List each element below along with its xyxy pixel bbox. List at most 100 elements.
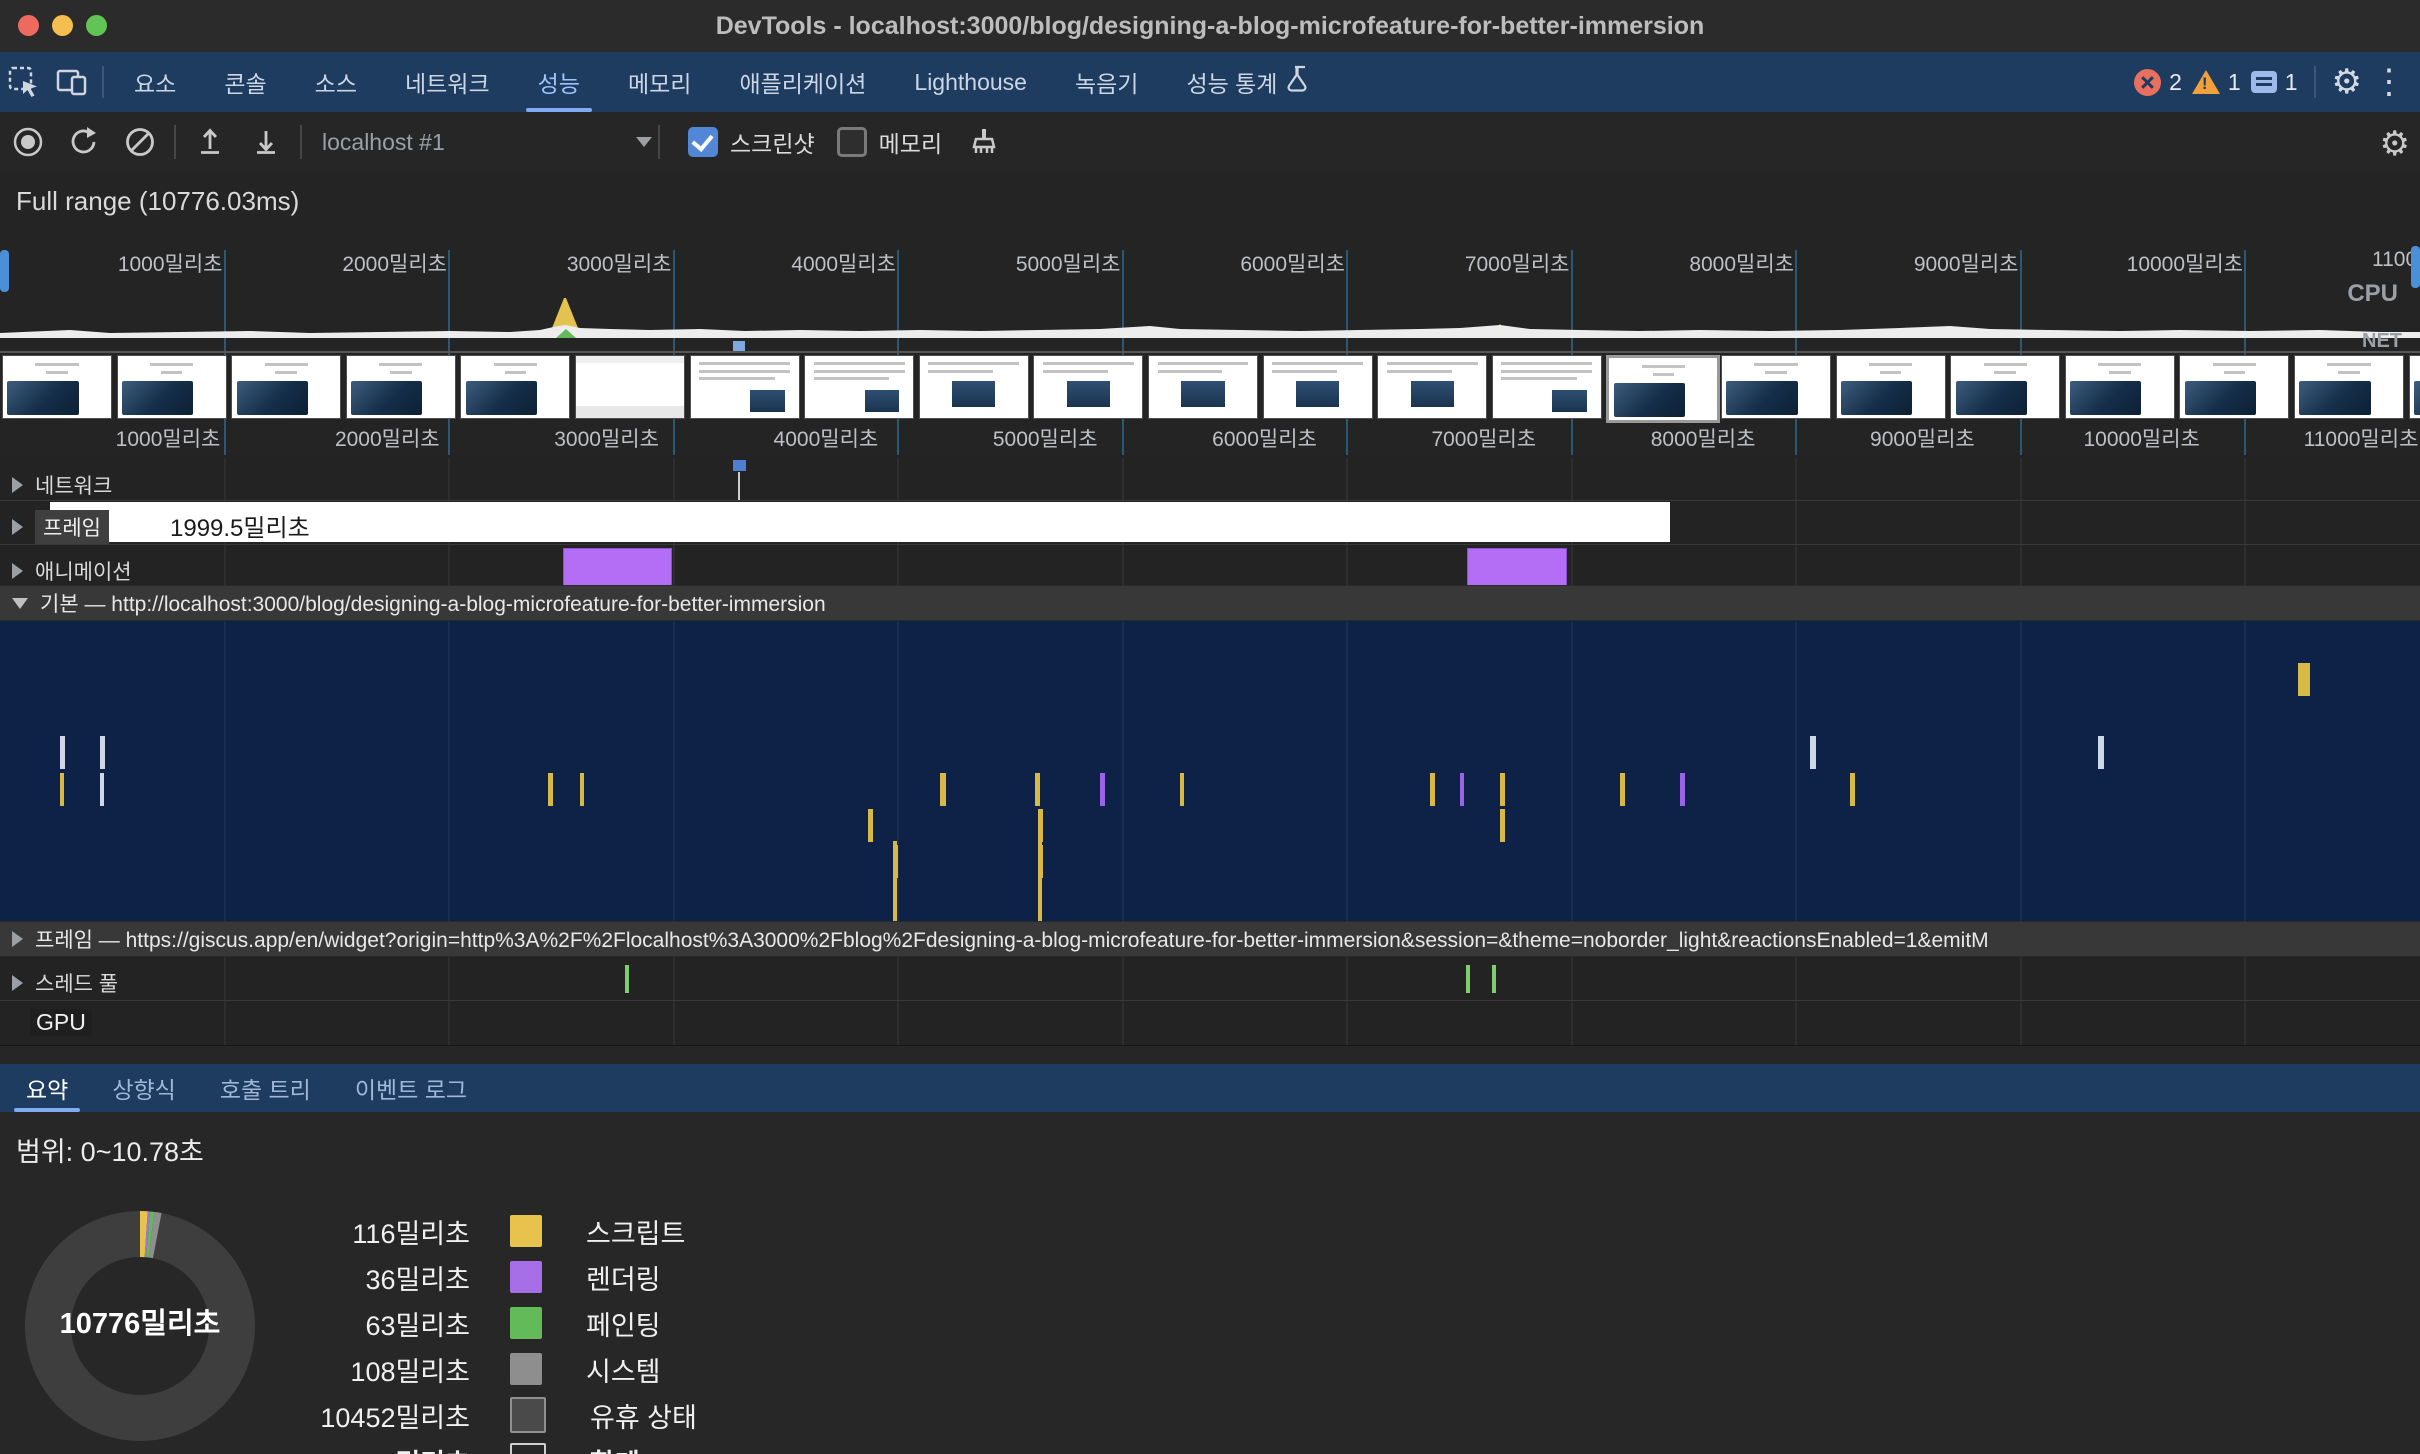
track-network[interactable]: 네트워크 <box>12 470 112 500</box>
tab-애플리케이션[interactable]: 애플리케이션 <box>715 52 890 112</box>
filmstrip-screenshot[interactable] <box>1377 355 1487 419</box>
error-count: 2 <box>2169 69 2182 96</box>
ruler-tick-label: 4000밀리초 <box>774 423 879 453</box>
filmstrip-screenshot[interactable] <box>1950 355 2060 419</box>
tab-성능[interactable]: 성능 <box>514 52 604 112</box>
tab-콘솔[interactable]: 콘솔 <box>200 52 290 112</box>
tab-소스[interactable]: 소스 <box>291 52 381 112</box>
track-main-thread-header[interactable]: 기본 — http://localhost:3000/blog/designin… <box>0 585 2420 621</box>
details-tab-요약[interactable]: 요약 <box>4 1064 90 1112</box>
tab-네트워크[interactable]: 네트워크 <box>381 52 514 112</box>
filmstrip-screenshot[interactable] <box>346 355 456 419</box>
clear-recording-button[interactable] <box>112 116 168 168</box>
expand-arrow-icon[interactable] <box>12 519 23 535</box>
filmstrip-screenshot[interactable] <box>2 355 112 419</box>
filmstrip-screenshot[interactable] <box>117 355 227 419</box>
flame-segment <box>2266 626 2420 659</box>
flame-segment <box>1180 773 1184 806</box>
filmstrip-screenshot[interactable] <box>1721 355 1831 419</box>
tab-Lighthouse[interactable]: Lighthouse <box>890 52 1051 112</box>
reload-and-record-button[interactable] <box>56 116 112 168</box>
tracks-area[interactable]: 네트워크 1999.5밀리초 프레임 애니메이션 기본 — http://loc… <box>0 458 2420 1046</box>
details-tab-호출 트리[interactable]: 호출 트리 <box>198 1064 333 1112</box>
filmstrip-screenshot[interactable] <box>804 355 914 419</box>
legend-swatch <box>510 1353 542 1385</box>
legend-value: 10776밀리초 <box>150 1442 470 1454</box>
legend-swatch <box>510 1215 542 1247</box>
legend-label: 스크립트 <box>586 1212 685 1251</box>
settings-gear-icon[interactable]: ⚙ <box>2332 65 2362 99</box>
track-iframe-header[interactable]: 프레임 — https://giscus.app/en/widget?origi… <box>0 921 2420 957</box>
filmstrip-screenshot[interactable] <box>1606 355 1720 423</box>
issues-badge[interactable]: 1 <box>2251 69 2298 96</box>
filmstrip-screenshot[interactable] <box>1148 355 1258 419</box>
track-animations[interactable]: 애니메이션 <box>12 556 132 586</box>
gpu-activity <box>2 1003 2418 1043</box>
filmstrip-screenshot[interactable] <box>231 355 341 419</box>
device-toolbar-icon[interactable] <box>48 58 96 106</box>
history-dropdown[interactable]: localhost #1 <box>322 129 652 156</box>
console-warnings-badge[interactable]: 1 <box>2192 69 2241 96</box>
flame-segment <box>940 773 946 806</box>
filmstrip-screenshot[interactable] <box>460 355 570 419</box>
expand-arrow-icon[interactable] <box>12 975 23 991</box>
tab-성능 통계[interactable]: 성능 통계 <box>1162 52 1337 112</box>
filmstrip-screenshot[interactable] <box>575 355 685 419</box>
message-count: 1 <box>2285 69 2298 96</box>
ruler-tick-label: 8000밀리초 <box>1651 423 1756 453</box>
capture-settings-gear-icon[interactable]: ⚙ <box>2380 124 2410 164</box>
range-handle-left[interactable] <box>0 250 9 292</box>
details-tab-상향식[interactable]: 상향식 <box>90 1064 197 1112</box>
flame-segment <box>580 773 584 806</box>
filmstrip-screenshot[interactable] <box>1492 355 1602 419</box>
ruler-tick-label: 6000밀리초 <box>1212 423 1317 453</box>
load-profile-icon[interactable] <box>182 116 238 168</box>
tab-요소[interactable]: 요소 <box>110 52 200 112</box>
track-thread-pool[interactable]: 스레드 풀 <box>12 968 118 998</box>
details-tab-이벤트 로그[interactable]: 이벤트 로그 <box>333 1064 489 1112</box>
inspect-element-icon[interactable] <box>0 58 48 106</box>
filmstrip-screenshot[interactable] <box>690 355 800 419</box>
window-title: DevTools - localhost:3000/blog/designing… <box>0 0 2420 52</box>
flame-segment <box>1430 773 1435 806</box>
track-frames[interactable]: 프레임 <box>12 510 109 544</box>
expand-arrow-icon[interactable] <box>12 563 23 579</box>
tab-녹음기[interactable]: 녹음기 <box>1051 52 1162 112</box>
main-thread-flame-chart[interactable] <box>0 621 2420 921</box>
filmstrip-screenshot[interactable] <box>1263 355 1373 419</box>
flame-segment <box>60 736 65 769</box>
expand-arrow-icon[interactable] <box>12 477 23 493</box>
devtools-tabbar: 요소콘솔소스네트워크성능메모리애플리케이션Lighthouse녹음기성능 통계 … <box>0 52 2420 112</box>
filmstrip-screenshot[interactable] <box>1033 355 1143 419</box>
console-errors-badge[interactable]: 2 <box>2134 69 2182 96</box>
flame-segment <box>2298 663 2310 696</box>
flame-segment <box>920 699 1686 732</box>
more-options-kebab-icon[interactable]: ⋮ <box>2372 65 2406 99</box>
record-button[interactable] <box>0 116 56 168</box>
error-icon <box>2134 69 2161 96</box>
track-frames-label: 프레임 <box>35 510 109 544</box>
tab-label: 네트워크 <box>405 65 490 99</box>
legend-label: 합계 <box>590 1442 640 1454</box>
thread-pool-task <box>1466 965 1470 993</box>
filmstrip-screenshot[interactable] <box>2179 355 2289 419</box>
collapse-arrow-icon[interactable] <box>12 598 28 609</box>
legend-value: 10452밀리초 <box>150 1396 470 1435</box>
filmstrip-screenshot[interactable] <box>2409 355 2420 419</box>
flame-segment <box>920 663 1350 696</box>
animation-bar[interactable] <box>563 548 672 586</box>
expand-arrow-icon[interactable] <box>12 931 23 947</box>
animation-bar[interactable] <box>1467 548 1567 586</box>
memory-checkbox[interactable] <box>837 127 867 157</box>
screenshots-checkbox[interactable] <box>688 127 718 157</box>
save-profile-icon[interactable] <box>238 116 294 168</box>
filmstrip-screenshot[interactable] <box>2294 355 2404 419</box>
range-handle-right[interactable] <box>2411 246 2420 288</box>
network-request-block <box>733 460 746 471</box>
tab-메모리[interactable]: 메모리 <box>604 52 715 112</box>
tab-label: 성능 통계 <box>1186 65 1277 99</box>
filmstrip-screenshot[interactable] <box>919 355 1029 419</box>
garbage-collect-icon[interactable] <box>956 116 1012 168</box>
filmstrip-screenshot[interactable] <box>2065 355 2175 419</box>
filmstrip-screenshot[interactable] <box>1836 355 1946 419</box>
